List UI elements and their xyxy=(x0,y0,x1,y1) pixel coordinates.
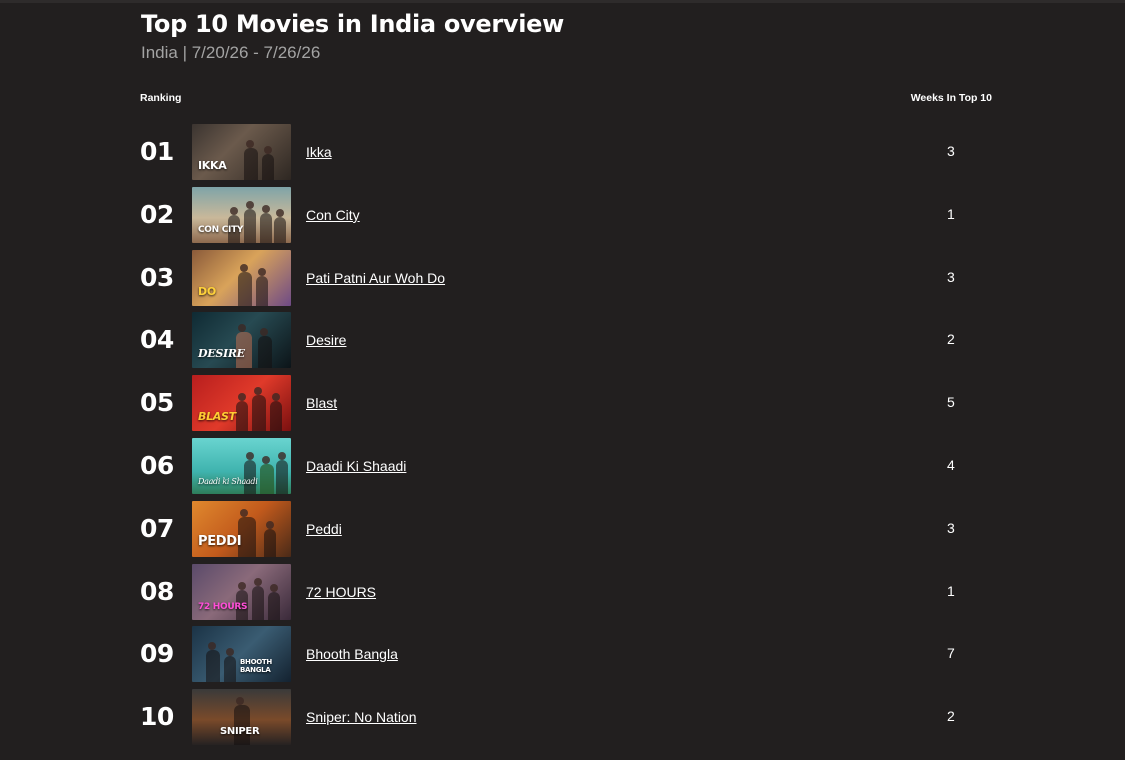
weeks-value: 1 xyxy=(947,582,955,599)
weeks-column-header: Weeks In Top 10 xyxy=(910,92,992,104)
poster-title: SNIPER xyxy=(220,726,260,738)
poster-figure xyxy=(244,140,258,180)
rank-number: 03 xyxy=(140,262,174,292)
movie-poster[interactable]: CON CITY xyxy=(192,186,291,243)
poster-title: IKKA xyxy=(198,159,227,172)
poster-figure xyxy=(260,204,272,243)
poster-figure xyxy=(274,208,286,243)
poster-figure xyxy=(262,146,274,180)
poster-title: Daadi ki Shaadi xyxy=(198,476,258,486)
movie-title-link[interactable]: Daadi Ki Shaadi xyxy=(306,458,406,474)
poster-figure xyxy=(264,520,276,557)
rank-number: 07 xyxy=(140,513,174,543)
movie-poster[interactable]: IKKA xyxy=(192,124,291,180)
poster-title: PEDDI xyxy=(198,533,242,549)
poster-figure xyxy=(270,393,282,432)
page-subtitle: India | 7/20/26 - 7/26/26 xyxy=(141,43,321,62)
movie-poster[interactable]: SNIPER xyxy=(192,689,291,746)
movie-poster[interactable]: BLAST xyxy=(192,375,291,432)
rank-number: 02 xyxy=(140,199,174,229)
movie-poster[interactable]: DO xyxy=(192,249,291,306)
rank-number: 10 xyxy=(140,702,174,732)
poster-figure xyxy=(236,393,248,432)
table-row: 07 PEDDI Peddi 3 xyxy=(140,500,1000,557)
weeks-value: 5 xyxy=(947,394,955,411)
movie-poster[interactable]: 72 HOURS xyxy=(192,563,291,620)
weeks-value: 7 xyxy=(947,645,955,662)
poster-title: DO xyxy=(198,284,216,298)
rank-number: 08 xyxy=(140,576,174,606)
movie-title-link[interactable]: Pati Patni Aur Woh Do xyxy=(306,270,445,286)
poster-figure xyxy=(224,648,236,683)
movie-poster[interactable]: Daadi ki Shaadi xyxy=(192,437,291,494)
rank-number: 09 xyxy=(140,639,174,669)
weeks-value: 1 xyxy=(947,205,955,222)
poster-figure xyxy=(206,642,220,683)
rank-number: 05 xyxy=(140,388,174,418)
movie-title-link[interactable]: Ikka xyxy=(306,144,332,160)
rank-number: 04 xyxy=(140,325,174,355)
poster-figure xyxy=(252,577,264,620)
movie-poster[interactable]: PEDDI xyxy=(192,500,291,557)
weeks-value: 3 xyxy=(947,268,955,285)
weeks-value: 3 xyxy=(947,519,955,536)
table-row: 05 BLAST Blast 5 xyxy=(140,375,1000,432)
poster-title: BHOOTH BANGLA xyxy=(240,658,272,675)
rankings-list: 01 IKKA Ikka 3 02 CON CITY Con City 1 03 xyxy=(140,124,1000,752)
poster-title: DESIRE xyxy=(198,347,245,361)
poster-figure xyxy=(252,387,266,432)
movie-title-link[interactable]: 72 HOURS xyxy=(306,584,376,600)
poster-figure xyxy=(256,267,268,306)
poster-figure xyxy=(276,451,288,494)
poster-title: CON CITY xyxy=(198,224,244,235)
weeks-value: 2 xyxy=(947,331,955,348)
ranking-column-header: Ranking xyxy=(140,92,182,104)
movie-poster[interactable]: DESIRE xyxy=(192,312,291,369)
poster-figure xyxy=(260,455,274,494)
poster-figure xyxy=(244,200,256,243)
weeks-value: 2 xyxy=(947,708,955,725)
top10-overview: Top 10 Movies in India overview India | … xyxy=(140,0,1000,760)
movie-title-link[interactable]: Desire xyxy=(306,332,346,348)
poster-figure xyxy=(238,263,252,306)
table-row: 09 BHOOTH BANGLA Bhooth Bangla 7 xyxy=(140,626,1000,683)
rank-number: 06 xyxy=(140,450,174,480)
movie-title-link[interactable]: Bhooth Bangla xyxy=(306,646,398,662)
movie-poster[interactable]: BHOOTH BANGLA xyxy=(192,626,291,683)
table-row: 08 72 HOURS 72 HOURS 1 xyxy=(140,563,1000,620)
table-row: 03 DO Pati Patni Aur Woh Do 3 xyxy=(140,249,1000,306)
table-row: 04 DESIRE Desire 2 xyxy=(140,312,1000,369)
page-title: Top 10 Movies in India overview xyxy=(141,10,565,38)
weeks-value: 4 xyxy=(947,456,955,473)
movie-title-link[interactable]: Sniper: No Nation xyxy=(306,709,417,725)
poster-title: BLAST xyxy=(198,410,236,424)
weeks-value: 3 xyxy=(947,143,955,159)
table-row: 01 IKKA Ikka 3 xyxy=(140,124,1000,180)
rank-number: 01 xyxy=(140,137,174,166)
movie-title-link[interactable]: Blast xyxy=(306,395,337,411)
poster-figure xyxy=(258,328,272,369)
poster-title: 72 HOURS xyxy=(198,601,248,612)
movie-title-link[interactable]: Peddi xyxy=(306,521,342,537)
table-row: 02 CON CITY Con City 1 xyxy=(140,186,1000,243)
poster-figure xyxy=(268,583,280,620)
movie-title-link[interactable]: Con City xyxy=(306,207,360,223)
table-row: 06 Daadi ki Shaadi Daadi Ki Shaadi 4 xyxy=(140,437,1000,494)
table-row: 10 SNIPER Sniper: No Nation 2 xyxy=(140,689,1000,746)
